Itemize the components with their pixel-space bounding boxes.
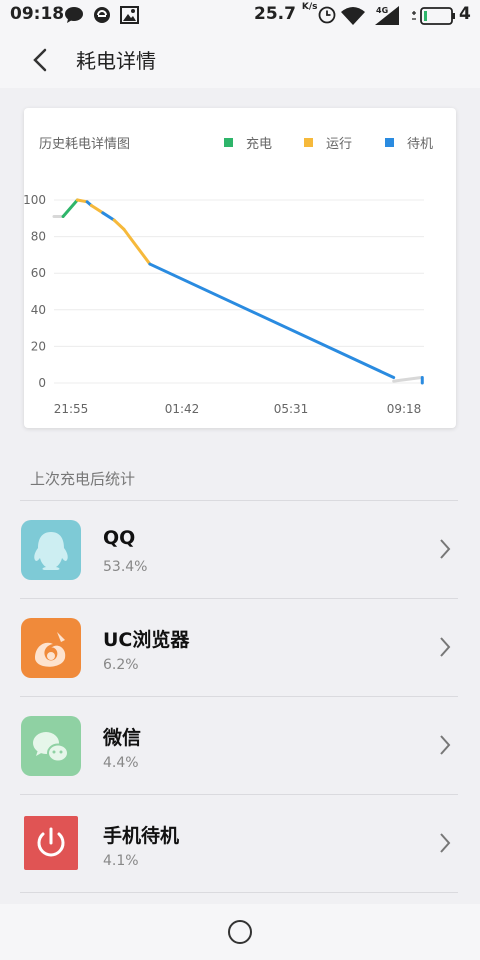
series-segment-standby	[148, 262, 396, 380]
x-tick-label: 05:31	[274, 402, 309, 416]
chevron-right-icon	[440, 637, 451, 657]
series-segment-charge	[61, 198, 79, 218]
section-title: 上次充电后统计	[30, 470, 136, 488]
qq-app-icon	[21, 520, 81, 580]
list-item-qq[interactable]: QQ 53.4%	[20, 500, 458, 598]
navigation-bar	[0, 904, 480, 960]
network-speed: 25.7 K/s	[254, 2, 318, 24]
alarm-clock-icon	[318, 6, 336, 29]
battery-history-chart-card: 历史耗电详情图 充电 运行 待机 0 20 40 60 80 100 21:55 01:42 0…	[24, 108, 456, 428]
app-name: 手机待机	[103, 825, 180, 847]
y-tick-label: 0	[38, 376, 46, 390]
list-item-wechat[interactable]: 微信 4.4%	[20, 696, 458, 794]
list-divider	[20, 892, 458, 893]
back-arrow-icon	[33, 48, 47, 72]
uc-browser-app-icon	[21, 618, 81, 678]
cellular-signal-icon: 4G	[373, 4, 401, 31]
status-bar: 09:18 25.7 K/s 4G 4	[0, 0, 480, 32]
page-title: 耗电详情	[76, 49, 156, 73]
back-button[interactable]	[22, 42, 58, 78]
app-percent: 53.4%	[103, 559, 148, 575]
app-percent: 4.1%	[103, 853, 139, 869]
y-tick-label: 100	[24, 193, 46, 207]
chevron-right-icon	[440, 539, 451, 559]
list-item-standby[interactable]: 手机待机 4.1%	[20, 794, 458, 892]
app-usage-list: QQ 53.4% UC浏览器 6.2% 微信 4.4% 手机待机 4.1%	[0, 500, 480, 893]
series-segment-run	[112, 218, 126, 231]
chevron-right-icon	[440, 735, 451, 755]
wechat-app-icon	[21, 716, 81, 776]
y-tick-label: 60	[31, 266, 46, 280]
battery-level: 4	[459, 4, 471, 24]
battery-level-chart: 0 20 40 60 80 100 21:55 01:42 05:31 09:18	[24, 193, 424, 416]
series-segment-run	[122, 227, 152, 266]
app-name: UC浏览器	[103, 629, 190, 651]
sync-icon	[93, 6, 111, 29]
status-time: 09:18	[10, 4, 65, 24]
series-segment-run	[89, 203, 105, 215]
y-tick-label: 80	[31, 230, 46, 244]
app-percent: 6.2%	[103, 657, 139, 673]
series-segment-idle	[392, 376, 423, 383]
app-percent: 4.4%	[103, 755, 139, 771]
power-standby-icon	[24, 816, 78, 870]
chat-bubble-icon	[64, 6, 84, 29]
y-tick-label: 40	[31, 303, 46, 317]
app-name: QQ	[103, 527, 136, 549]
svg-text:4G: 4G	[376, 6, 388, 15]
y-tick-label: 20	[31, 339, 46, 353]
x-tick-label: 09:18	[387, 402, 422, 416]
chevron-right-icon	[440, 833, 451, 853]
battery-icon	[411, 7, 457, 30]
app-name: 微信	[103, 727, 142, 749]
x-tick-label: 21:55	[54, 402, 89, 416]
app-bar: 耗电详情	[0, 32, 480, 88]
home-button[interactable]	[228, 920, 252, 944]
wifi-icon	[340, 6, 366, 31]
series-segment-standby	[101, 211, 116, 222]
x-tick-label: 01:42	[165, 402, 200, 416]
list-item-uc-browser[interactable]: UC浏览器 6.2%	[20, 598, 458, 696]
gallery-icon	[120, 6, 139, 29]
